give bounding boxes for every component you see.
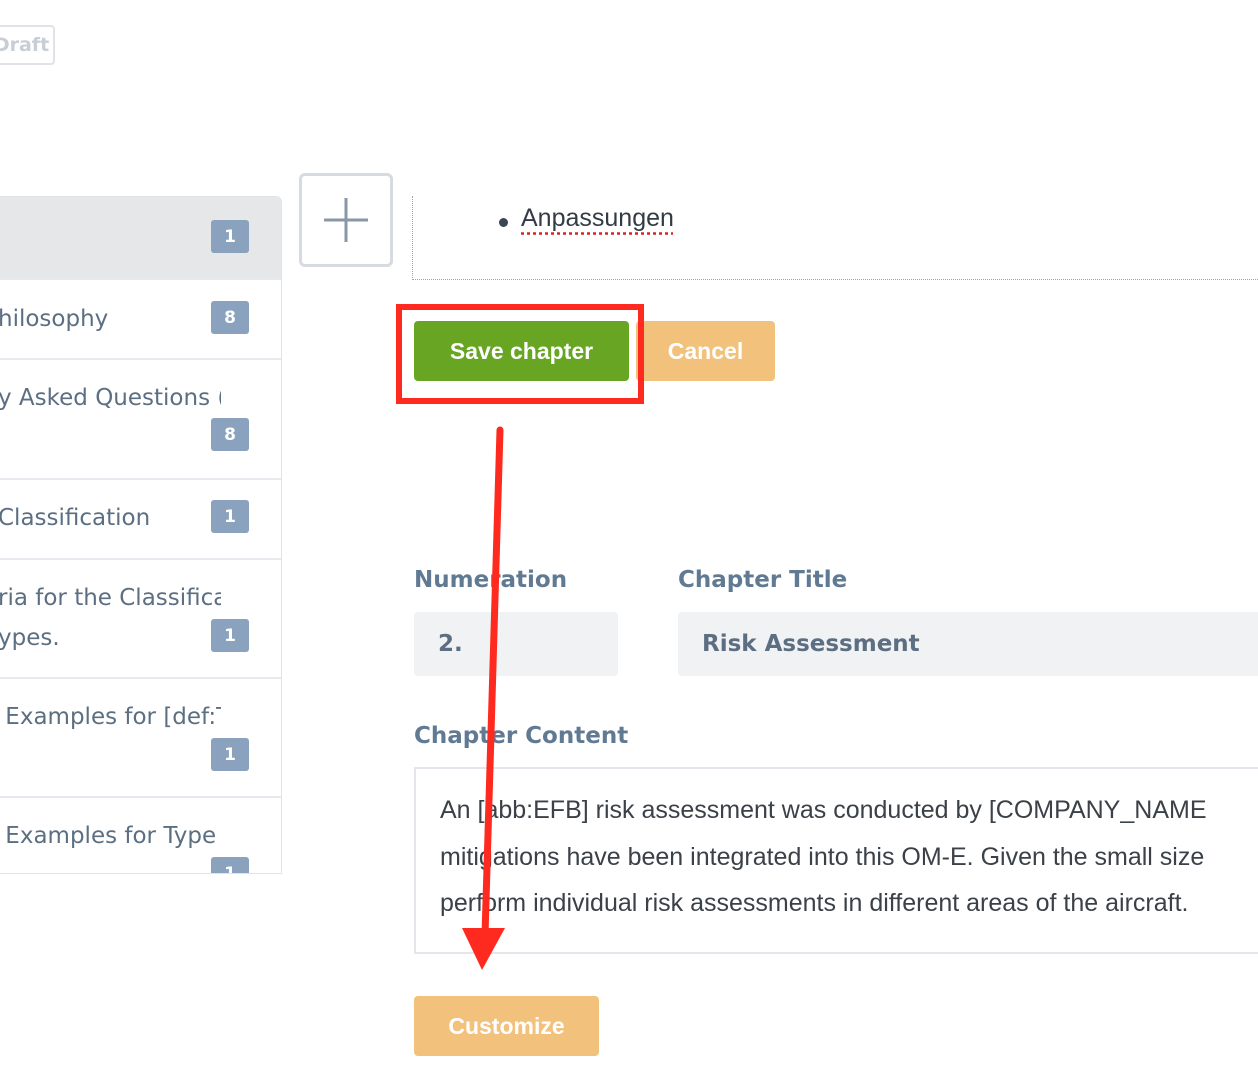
chapter-title-label: Chapter Title — [678, 567, 848, 593]
sidebar-item-label: Examples for Type B — [0, 823, 221, 849]
sidebar-item[interactable]: ria for the Classificatio ypes. 1 — [0, 560, 281, 679]
content-line: perform individual risk assessments in d… — [440, 889, 1189, 917]
sidebar-item[interactable]: Classification 1 — [0, 480, 281, 560]
customize-button[interactable]: Customize — [414, 996, 599, 1056]
bullet-text: Anpassungen — [521, 204, 674, 232]
plus-icon — [324, 198, 368, 242]
previous-chapter-editor[interactable]: Anpassungen — [412, 196, 1258, 280]
sidebar-item[interactable]: y Asked Questions (FA 8 — [0, 360, 281, 480]
count-badge: 1 — [211, 500, 249, 533]
sidebar-item[interactable]: Examples for [def:Typ 1 — [0, 679, 281, 798]
count-badge: 1 — [211, 857, 249, 873]
save-chapter-button[interactable]: Save chapter — [414, 321, 629, 381]
count-badge: 8 — [211, 301, 249, 334]
content-line: An [abb:EFB] risk assessment was conduct… — [440, 796, 1207, 824]
sidebar-item[interactable]: 1 — [0, 197, 281, 280]
status-badge: Draft — [0, 25, 55, 65]
numeration-label: Numeration — [414, 567, 568, 593]
sidebar-item-label: Classification — [0, 505, 151, 531]
sidebar-item[interactable]: Examples for Type B 1 — [0, 798, 281, 873]
chapter-title-field[interactable]: Risk Assessment — [678, 612, 1258, 676]
status-badge-label: Draft — [0, 34, 50, 56]
count-badge: 1 — [211, 738, 249, 771]
cancel-button[interactable]: Cancel — [636, 321, 775, 381]
bullet-icon — [499, 218, 508, 227]
chapter-content-editor[interactable]: An [abb:EFB] risk assessment was conduct… — [414, 767, 1258, 954]
sidebar-item-label: Examples for [def:Typ — [5, 704, 221, 730]
count-badge: 8 — [211, 418, 249, 451]
numeration-field[interactable]: 2. — [414, 612, 618, 676]
sidebar-item-label: hilosophy — [0, 306, 109, 332]
sidebar-item[interactable]: hilosophy 8 — [0, 280, 281, 360]
add-chapter-button[interactable] — [299, 173, 393, 267]
chapter-content-label: Chapter Content — [414, 723, 629, 749]
numeration-value: 2. — [438, 631, 463, 657]
chapter-sidebar: 1 hilosophy 8 y Asked Questions (FA 8 Cl… — [0, 196, 282, 874]
sidebar-item-label: ria for the Classificatio ypes. — [0, 585, 221, 651]
count-badge: 1 — [211, 619, 249, 652]
content-line: mitigations have been integrated into th… — [440, 842, 1205, 871]
count-badge: 1 — [211, 220, 249, 253]
sidebar-item-label: y Asked Questions (FA — [0, 385, 221, 411]
chapter-title-value: Risk Assessment — [702, 631, 920, 657]
